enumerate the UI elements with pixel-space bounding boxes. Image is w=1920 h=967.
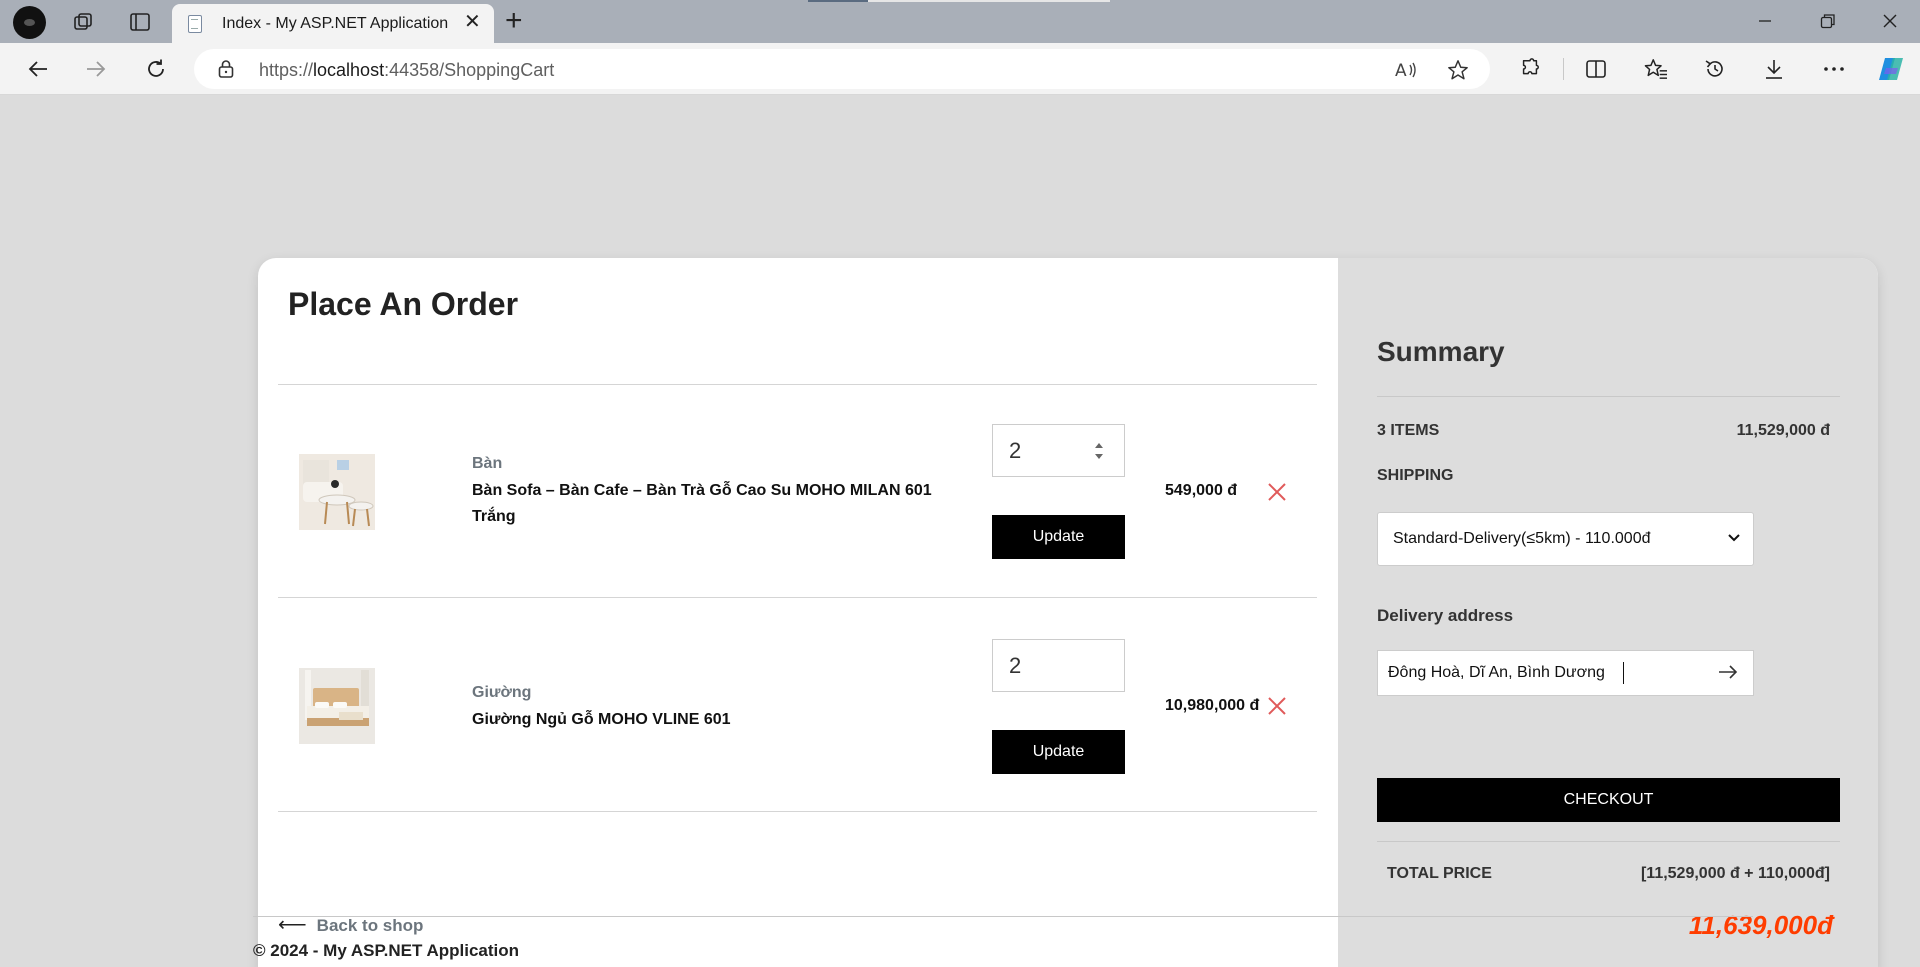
tab-close-icon[interactable]: ✕ [464,12,481,32]
address-bar[interactable]: https://localhost:44358/ShoppingCart A [194,49,1490,89]
history-icon[interactable] [1698,52,1732,86]
back-icon[interactable] [21,52,55,86]
spinner-arrows-icon[interactable] [1093,440,1105,462]
restore-icon[interactable] [1808,8,1848,34]
text-caret [1623,662,1624,684]
product-category: Bàn [472,455,503,472]
checkout-button[interactable]: CHECKOUT [1377,778,1840,822]
extensions-icon[interactable] [1513,52,1547,86]
divider [1377,841,1840,842]
product-price: 549,000 đ [1165,482,1238,499]
browser-toolbar: https://localhost:44358/ShoppingCart A [0,43,1920,95]
svg-text:A: A [1395,61,1407,80]
downloads-icon[interactable] [1757,52,1791,86]
items-count: 3 ITEMS [1377,422,1440,439]
page-favicon-icon [188,15,202,33]
page-background: Place An Order Bàn Bàn Sofa – Bàn Cafe –… [5,96,1915,967]
toolbar-separator [1563,58,1564,80]
chevron-down-icon [1728,534,1740,542]
tab-strip-indicator-2 [868,0,1110,2]
arrow-right-icon[interactable] [1717,660,1739,684]
browser-tab-bar: Index - My ASP.NET Application ✕ + [0,0,1920,43]
tab-actions-icon[interactable] [124,6,156,38]
new-tab-icon[interactable]: + [505,6,523,36]
divider [278,384,1317,385]
page-title: Place An Order [288,286,519,322]
update-button[interactable]: Update [992,515,1125,559]
remove-item-icon[interactable] [1267,696,1287,716]
arrow-left-icon: ⟵ [278,914,307,936]
read-aloud-icon[interactable]: A [1391,55,1421,85]
delivery-address-input[interactable]: Đông Hoà, Dĩ An, Bình Dương [1377,650,1754,696]
shipping-select[interactable]: Standard-Delivery(≤5km) - 110.000đ [1377,512,1754,566]
url-text[interactable]: https://localhost:44358/ShoppingCart [259,60,554,81]
window-close-icon[interactable] [1870,8,1910,34]
product-category: Giường [472,684,532,701]
tab-strip-indicator [808,0,868,2]
split-screen-icon[interactable] [1579,52,1613,86]
forward-icon[interactable] [79,52,113,86]
product-name[interactable]: Bàn Sofa – Bàn Cafe – Bàn Trà Gỗ Cao Su … [472,478,952,530]
favorites-icon[interactable] [1639,52,1673,86]
total-breakdown: [11,529,000 đ + 110,000đ] [1640,865,1830,882]
items-subtotal: 11,529,000 đ [1736,422,1830,439]
footer-copyright: © 2024 - My ASP.NET Application [253,941,520,960]
browser-tab-active[interactable]: Index - My ASP.NET Application ✕ [172,4,494,43]
more-icon[interactable] [1817,52,1851,86]
minimize-icon[interactable] [1745,8,1785,34]
lock-icon[interactable] [218,59,234,84]
divider [1377,396,1840,397]
product-image-bed [299,668,375,744]
copilot-icon[interactable] [1874,52,1908,86]
update-button[interactable]: Update [992,730,1125,774]
refresh-icon[interactable] [139,52,173,86]
profile-icon[interactable] [13,6,46,39]
quantity-stepper[interactable]: 2 [992,639,1125,692]
divider [278,811,1317,812]
delivery-address-label: Delivery address [1377,606,1514,625]
product-price: 10,980,000 đ [1165,697,1260,714]
shipping-label: SHIPPING [1377,467,1454,484]
product-image-table [299,454,375,530]
tab-title: Index - My ASP.NET Application [222,15,449,32]
favorite-star-icon[interactable] [1443,55,1473,85]
total-price-label: TOTAL PRICE [1387,865,1492,882]
footer-divider [253,916,1753,917]
order-card: Place An Order Bàn Bàn Sofa – Bàn Cafe –… [258,258,1878,967]
remove-item-icon[interactable] [1267,482,1287,502]
quantity-stepper[interactable]: 2 [992,424,1125,477]
grand-total: 11,639,000đ [1688,910,1833,940]
divider [278,597,1317,598]
product-name[interactable]: Giường Ngủ Gỗ MOHO VLINE 601 [472,707,952,733]
workspaces-icon[interactable] [68,6,100,38]
summary-title: Summary [1377,336,1505,367]
